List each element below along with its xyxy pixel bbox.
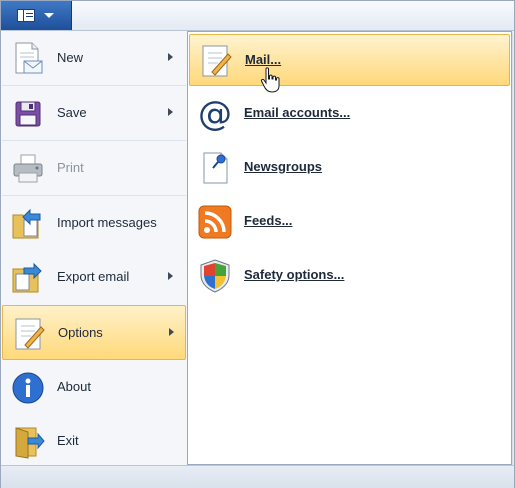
submenu-item-label: Safety options... <box>244 267 345 282</box>
exit-icon <box>10 424 46 460</box>
chevron-down-icon <box>44 13 54 18</box>
import-folder-icon <box>10 206 46 242</box>
menu-item-exit[interactable]: Exit <box>2 414 186 469</box>
submenu-item-newsgroups[interactable]: Newsgroups <box>189 142 510 194</box>
menu-item-label: About <box>57 379 91 394</box>
svg-text:@: @ <box>198 96 232 132</box>
title-bar <box>1 1 514 31</box>
app-menu-button[interactable] <box>1 1 72 30</box>
menu-footer <box>1 465 514 488</box>
submenu-item-label: Feeds... <box>244 213 293 228</box>
menu-item-label: New <box>57 50 84 65</box>
submenu-item-email-accounts[interactable]: @ Email accounts... <box>189 88 510 140</box>
options-notepad-icon <box>11 316 47 352</box>
menu-item-new[interactable]: New <box>2 31 186 86</box>
submenu-item-feeds[interactable]: Feeds... <box>189 196 510 248</box>
printer-icon <box>10 151 46 187</box>
export-folder-icon <box>10 260 46 296</box>
new-message-icon <box>10 41 46 77</box>
menu-item-label: Exit <box>57 433 79 448</box>
submenu-item-label: Newsgroups <box>244 159 323 174</box>
menu-item-label: Export email <box>57 269 130 284</box>
info-icon <box>10 370 46 406</box>
submenu-item-label: Mail... <box>245 52 282 67</box>
menu-item-label: Save <box>57 105 87 120</box>
menu-item-export-email[interactable]: Export email <box>2 250 186 305</box>
menu-item-options[interactable]: Options <box>2 305 186 360</box>
submenu-item-safety-options[interactable]: Safety options... <box>189 250 510 302</box>
app-menu-list: New Save Print Import messages Export em… <box>2 31 186 465</box>
window-frame: New Save Print Import messages Export em… <box>0 0 515 488</box>
menu-item-about[interactable]: About <box>2 360 186 415</box>
newsgroups-icon <box>197 150 233 186</box>
security-shield-icon <box>197 258 233 294</box>
options-submenu: Mail... @ Email accounts... Newsgroups F… <box>187 31 512 465</box>
menu-item-label: Import messages <box>57 215 157 230</box>
mail-notepad-icon <box>198 43 234 79</box>
menu-item-print[interactable]: Print <box>2 141 186 196</box>
submenu-item-label: Email accounts... <box>244 105 351 120</box>
mouse-cursor-icon <box>260 66 282 94</box>
document-menu-icon <box>17 9 35 22</box>
chevron-right-icon <box>168 108 173 116</box>
floppy-disk-icon <box>10 96 46 132</box>
menu-item-import-messages[interactable]: Import messages <box>2 196 186 251</box>
menu-item-save[interactable]: Save <box>2 86 186 141</box>
chevron-right-icon <box>169 328 174 336</box>
menu-item-label: Options <box>58 325 103 340</box>
rss-feed-icon <box>197 204 233 240</box>
chevron-right-icon <box>168 53 173 61</box>
at-sign-icon: @ <box>197 94 233 134</box>
menu-item-label: Print <box>57 160 84 175</box>
chevron-right-icon <box>168 272 173 280</box>
submenu-item-mail[interactable]: Mail... <box>189 34 510 86</box>
